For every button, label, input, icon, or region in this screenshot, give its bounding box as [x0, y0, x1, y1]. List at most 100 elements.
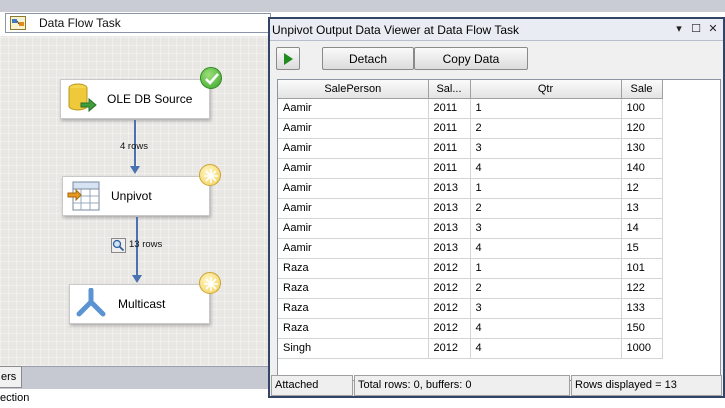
viewer-titlebar[interactable]: Unpivot Output Data Viewer at Data Flow … [270, 19, 723, 41]
table-row[interactable]: Aamir 2011 4 140 [278, 158, 663, 179]
table-cell[interactable]: 2 [470, 118, 622, 139]
copy-data-button[interactable]: Copy Data [414, 47, 528, 70]
detach-button[interactable]: Detach [322, 47, 414, 70]
table-row[interactable]: Singh 2012 4 1000 [278, 338, 663, 359]
table-cell[interactable]: 4 [470, 318, 622, 339]
table-cell[interactable]: Raza [278, 278, 429, 299]
table-cell[interactable]: 4 [470, 238, 622, 259]
viewer-toolbar: Detach Copy Data [270, 46, 723, 74]
table-cell[interactable]: Aamir [278, 218, 429, 239]
table-cell[interactable]: Raza [278, 318, 429, 339]
column-header-sale[interactable]: Sale [621, 80, 663, 99]
table-row[interactable]: Raza 2012 4 150 [278, 318, 663, 339]
status-attached: Attached [271, 375, 353, 396]
column-header-saleperson[interactable]: SalePerson [278, 80, 429, 99]
table-cell[interactable]: 12 [621, 178, 663, 199]
waiting-status-icon [199, 272, 221, 294]
table-cell[interactable]: 14 [621, 218, 663, 239]
table-cell[interactable]: 101 [621, 258, 663, 279]
table-cell[interactable]: 2011 [428, 98, 471, 119]
table-cell[interactable]: 2012 [428, 278, 471, 299]
table-cell[interactable]: Aamir [278, 138, 429, 159]
table-cell[interactable]: 2011 [428, 118, 471, 139]
viewer-title: Unpivot Output Data Viewer at Data Flow … [272, 22, 520, 37]
table-cell[interactable]: Aamir [278, 238, 429, 259]
table-cell[interactable]: 4 [470, 158, 622, 179]
unpivot-icon [67, 181, 100, 211]
column-header-year[interactable]: Sal... [428, 80, 471, 99]
table-cell[interactable]: 2012 [428, 338, 471, 359]
table-cell[interactable]: 2 [470, 278, 622, 299]
table-cell[interactable]: 100 [621, 98, 663, 119]
component-label: Unpivot [111, 189, 152, 203]
table-cell[interactable]: 3 [470, 298, 622, 319]
table-cell[interactable]: 2013 [428, 238, 471, 259]
status-rows-displayed: Rows displayed = 13 [571, 375, 722, 396]
table-cell[interactable]: 4 [470, 338, 622, 359]
table-cell[interactable]: Aamir [278, 98, 429, 119]
table-cell[interactable]: 2011 [428, 138, 471, 159]
data-flow-task-icon [10, 16, 26, 30]
table-cell[interactable]: 1000 [621, 338, 663, 359]
table-row[interactable]: Aamir 2013 4 15 [278, 238, 663, 259]
table-cell[interactable]: 122 [621, 278, 663, 299]
data-grid[interactable]: SalePerson Sal... Qtr Sale Aamir 2011 1 100… [277, 79, 721, 381]
table-cell[interactable]: Aamir [278, 198, 429, 219]
table-row[interactable]: Raza 2012 2 122 [278, 278, 663, 299]
table-cell[interactable]: 2013 [428, 218, 471, 239]
table-cell[interactable]: Aamir [278, 158, 429, 179]
data-viewer-window[interactable]: Unpivot Output Data Viewer at Data Flow … [268, 17, 725, 398]
component-unpivot[interactable]: Unpivot [62, 176, 210, 216]
table-cell[interactable]: 3 [470, 218, 622, 239]
table-cell[interactable]: 1 [470, 258, 622, 279]
grid-header-row: SalePerson Sal... Qtr Sale [278, 80, 663, 99]
close-icon[interactable]: ✕ [706, 23, 720, 37]
table-row[interactable]: Aamir 2011 1 100 [278, 98, 663, 119]
table-row[interactable]: Aamir 2013 2 13 [278, 198, 663, 219]
table-row[interactable]: Aamir 2011 2 120 [278, 118, 663, 139]
table-row[interactable]: Aamir 2013 3 14 [278, 218, 663, 239]
table-cell[interactable]: 2012 [428, 318, 471, 339]
table-cell[interactable]: 3 [470, 138, 622, 159]
table-cell[interactable]: 140 [621, 158, 663, 179]
restore-icon[interactable]: ☐ [689, 23, 703, 37]
table-cell[interactable]: Raza [278, 298, 429, 319]
table-cell[interactable]: 1 [470, 178, 622, 199]
bottom-tab-strip [0, 366, 270, 389]
table-row[interactable]: Aamir 2013 1 12 [278, 178, 663, 199]
grid-body: Aamir 2011 1 100 Aamir 2011 2 120 Aamir 2011 3 130 A… [278, 98, 663, 359]
table-cell[interactable]: 133 [621, 298, 663, 319]
table-cell[interactable]: 120 [621, 118, 663, 139]
table-cell[interactable]: Singh [278, 338, 429, 359]
table-cell[interactable]: 130 [621, 138, 663, 159]
table-cell[interactable]: 150 [621, 318, 663, 339]
component-multicast[interactable]: Multicast [69, 284, 210, 324]
component-label: Multicast [118, 297, 166, 311]
table-cell[interactable]: 2 [470, 198, 622, 219]
table-cell[interactable]: 2013 [428, 178, 471, 199]
table-row[interactable]: Raza 2012 1 101 [278, 258, 663, 279]
database-icon [68, 83, 97, 113]
play-button[interactable] [276, 47, 300, 70]
data-viewer-icon[interactable] [111, 238, 126, 253]
table-cell[interactable]: 2013 [428, 198, 471, 219]
table-cell[interactable]: 15 [621, 238, 663, 259]
column-header-qtr[interactable]: Qtr [470, 80, 622, 99]
table-cell[interactable]: 2011 [428, 158, 471, 179]
table-cell[interactable]: 13 [621, 198, 663, 219]
task-combo[interactable]: Data Flow Task [5, 13, 271, 33]
table-row[interactable]: Aamir 2011 3 130 [278, 138, 663, 159]
arrow-down-icon [132, 275, 142, 283]
table-cell[interactable]: 2012 [428, 258, 471, 279]
table-cell[interactable]: Aamir [278, 118, 429, 139]
table-row[interactable]: Raza 2012 3 133 [278, 298, 663, 319]
table-cell[interactable]: Aamir [278, 178, 429, 199]
component-ole-db-source[interactable]: OLE DB Source [60, 79, 210, 119]
bottom-tab[interactable]: ers [0, 366, 22, 388]
table-cell[interactable]: 2012 [428, 298, 471, 319]
pin-dropdown-icon[interactable]: ▾ [672, 23, 686, 37]
table-cell[interactable]: Raza [278, 258, 429, 279]
design-canvas[interactable]: OLE DB Source 4 rows Unpivot 13 rows Mul… [0, 36, 270, 366]
task-combo-label: Data Flow Task [39, 16, 121, 30]
table-cell[interactable]: 1 [470, 98, 622, 119]
